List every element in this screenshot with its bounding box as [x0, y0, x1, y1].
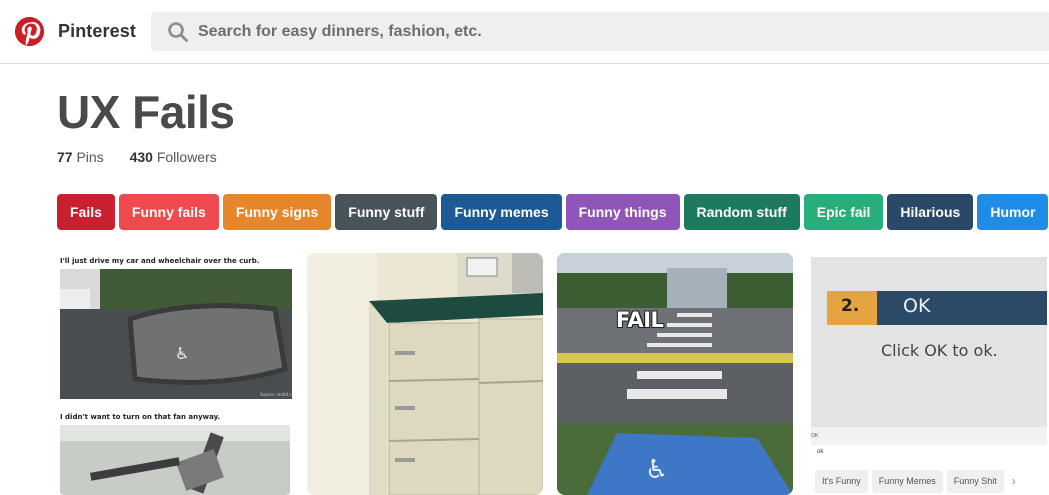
tag-humor[interactable]: Humor	[977, 194, 1049, 230]
chevron-right-icon[interactable]: ›	[1008, 470, 1016, 493]
pin-click-ok[interactable]: 2. OK Click OK to ok. OK ok It's Funny Fu…	[807, 253, 1049, 495]
board-stats: 77 Pins 430 Followers	[57, 149, 239, 165]
top-header: Pinterest	[0, 0, 1049, 64]
pin-caption-bottom: I didn't want to turn on that fan anyway…	[60, 413, 221, 421]
dialog-bottom-strip	[811, 427, 1047, 445]
pinterest-logo-icon[interactable]	[15, 17, 44, 46]
board-title: UX Fails	[57, 86, 235, 138]
related-tag-funny-shit[interactable]: Funny Shit	[946, 470, 1004, 493]
followers-label: Followers	[156, 149, 217, 165]
followers-stat[interactable]: 430 Followers	[130, 149, 217, 165]
ok-dialog-photo: 2. OK Click OK to ok.	[811, 257, 1047, 445]
svg-text:♿: ♿	[645, 455, 668, 485]
curb-ramp-photo: ♿ Source: reddit.com	[60, 269, 292, 399]
related-tag-funny-memes[interactable]: Funny Memes	[871, 470, 943, 493]
svg-text:♿: ♿	[175, 344, 189, 363]
tag-fails[interactable]: Fails	[57, 194, 115, 230]
search-icon	[167, 21, 189, 48]
search-input[interactable]	[198, 12, 998, 51]
pins-label: Pins	[76, 149, 104, 165]
dialog-body-text: Click OK to ok.	[881, 341, 998, 360]
tag-hilarious[interactable]: Hilarious	[887, 194, 974, 230]
ceiling-fan-photo	[60, 425, 290, 495]
pin-caption-top: I'll just drive my car and wheelchair ov…	[60, 257, 260, 265]
small-text-2: ok	[817, 449, 824, 455]
brand-name[interactable]: Pinterest	[58, 21, 136, 42]
followers-count: 430	[129, 149, 153, 165]
pin-cabinet-drawers[interactable]	[307, 253, 543, 495]
topic-tags: Fails Funny fails Funny signs Funny stuff Fu…	[57, 194, 1049, 230]
fail-overlay-text: FAIL	[616, 308, 664, 332]
tag-epic-fail[interactable]: Epic fail	[803, 194, 884, 230]
related-tags: It's Funny Funny Memes Funny Shit ›	[815, 470, 1016, 493]
related-tag-its-funny[interactable]: It's Funny	[815, 470, 868, 493]
search-bar[interactable]	[151, 12, 1049, 51]
pin-crosswalk-fail[interactable]: ♿ FAIL	[557, 253, 793, 495]
svg-text:Source: reddit.com: Source: reddit.com	[260, 392, 292, 397]
step-label: OK	[903, 295, 931, 317]
tag-funny-fails[interactable]: Funny fails	[118, 194, 219, 230]
cabinet-photo	[307, 253, 543, 495]
crosswalk-photo: ♿	[557, 253, 793, 495]
tag-random-stuff[interactable]: Random stuff	[683, 194, 800, 230]
step-number: 2.	[841, 296, 860, 316]
small-text-1: OK	[811, 433, 819, 439]
tag-funny-stuff[interactable]: Funny stuff	[335, 194, 438, 230]
tag-funny-memes[interactable]: Funny memes	[441, 194, 562, 230]
pins-stat[interactable]: 77 Pins	[57, 149, 104, 165]
tag-funny-things[interactable]: Funny things	[565, 194, 680, 230]
tag-funny-signs[interactable]: Funny signs	[222, 194, 332, 230]
pin-curb-ramp[interactable]: I'll just drive my car and wheelchair ov…	[57, 253, 293, 495]
pins-count: 77	[57, 149, 73, 165]
